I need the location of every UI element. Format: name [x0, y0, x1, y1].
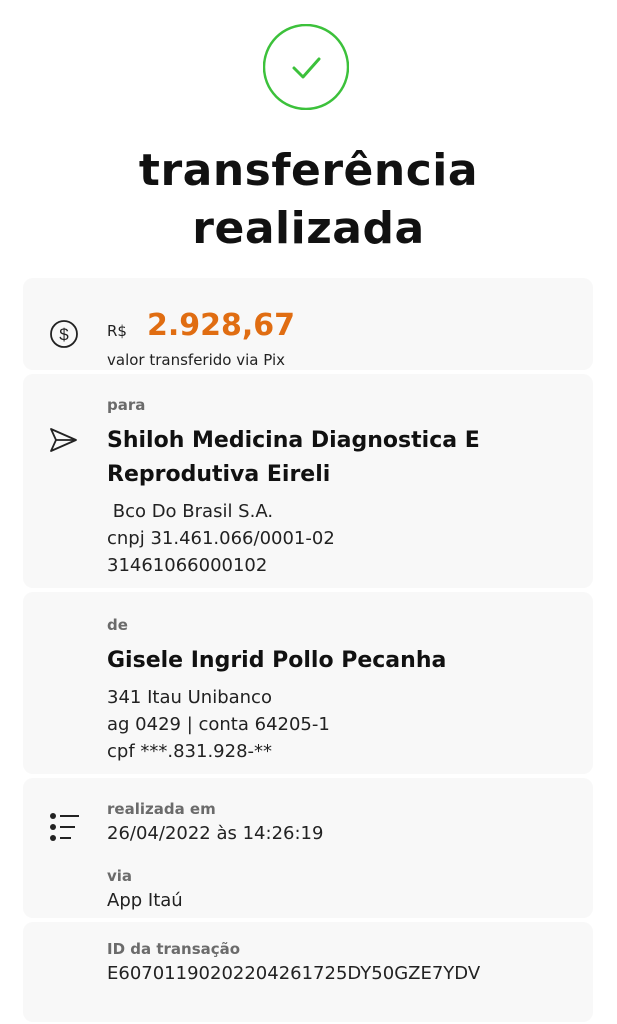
via-label: via — [107, 867, 133, 885]
sender-card: de Gisele Ingrid Pollo Pecanha 341 Itau … — [23, 592, 593, 774]
recipient-key: 31461066000102 — [107, 555, 268, 576]
date-value: 26/04/2022 às 14:26:19 — [107, 823, 324, 844]
check-circle-icon — [262, 23, 350, 111]
amount-card: $ R$ 2.928,67 valor transferido via Pix — [23, 278, 593, 370]
send-icon — [49, 426, 79, 458]
recipient-name-line-2: Reprodutiva Eireli — [107, 462, 331, 487]
sender-label: de — [107, 616, 128, 634]
title-line-2: realizada — [192, 203, 425, 254]
recipient-label: para — [107, 396, 146, 414]
transaction-id-label: ID da transação — [107, 940, 241, 958]
page-title: transferência realizada — [0, 142, 617, 258]
recipient-name-line-1: Shiloh Medicina Diagnostica E — [107, 428, 480, 453]
recipient-card: para Shiloh Medicina Diagnostica E Repro… — [23, 374, 593, 588]
list-icon — [49, 812, 81, 846]
transaction-id-card: ID da transação E60701190202204261725DY5… — [23, 922, 593, 1022]
sender-document: cpf ***.831.928-** — [107, 741, 273, 762]
transaction-id-value: E60701190202204261725DY50GZE7YDV — [107, 963, 481, 984]
amount-caption: valor transferido via Pix — [107, 351, 285, 369]
recipient-document: cnpj 31.461.066/0001-02 — [107, 528, 335, 549]
title-line-1: transferência — [138, 145, 479, 196]
date-label: realizada em — [107, 800, 216, 818]
details-card: realizada em 26/04/2022 às 14:26:19 via … — [23, 778, 593, 918]
currency-symbol: R$ — [107, 322, 127, 340]
amount-value: 2.928,67 — [147, 308, 296, 343]
sender-bank: 341 Itau Unibanco — [107, 687, 272, 708]
sender-name: Gisele Ingrid Pollo Pecanha — [107, 648, 447, 673]
svg-text:$: $ — [59, 325, 69, 344]
sender-account: ag 0429 | conta 64205-1 — [107, 714, 330, 735]
dollar-circle-icon: $ — [49, 319, 79, 353]
via-value: App Itaú — [107, 890, 183, 911]
recipient-bank: Bco Do Brasil S.A. — [107, 501, 274, 522]
